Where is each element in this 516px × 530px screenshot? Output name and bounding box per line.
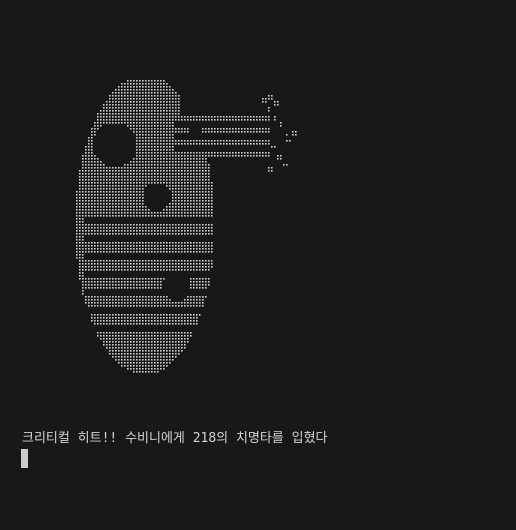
hand-axe-dot-art-icon	[76, 80, 297, 373]
output-message: 크리티컬 히트!! 수비니에게 218의 치명타를 입혔다	[22, 431, 328, 446]
terminal-window[interactable]: 크리티컬 히트!! 수비니에게 218의 치명타를 입혔다	[0, 0, 516, 530]
block-cursor-icon	[21, 449, 28, 468]
dot-art-image	[64, 74, 314, 394]
